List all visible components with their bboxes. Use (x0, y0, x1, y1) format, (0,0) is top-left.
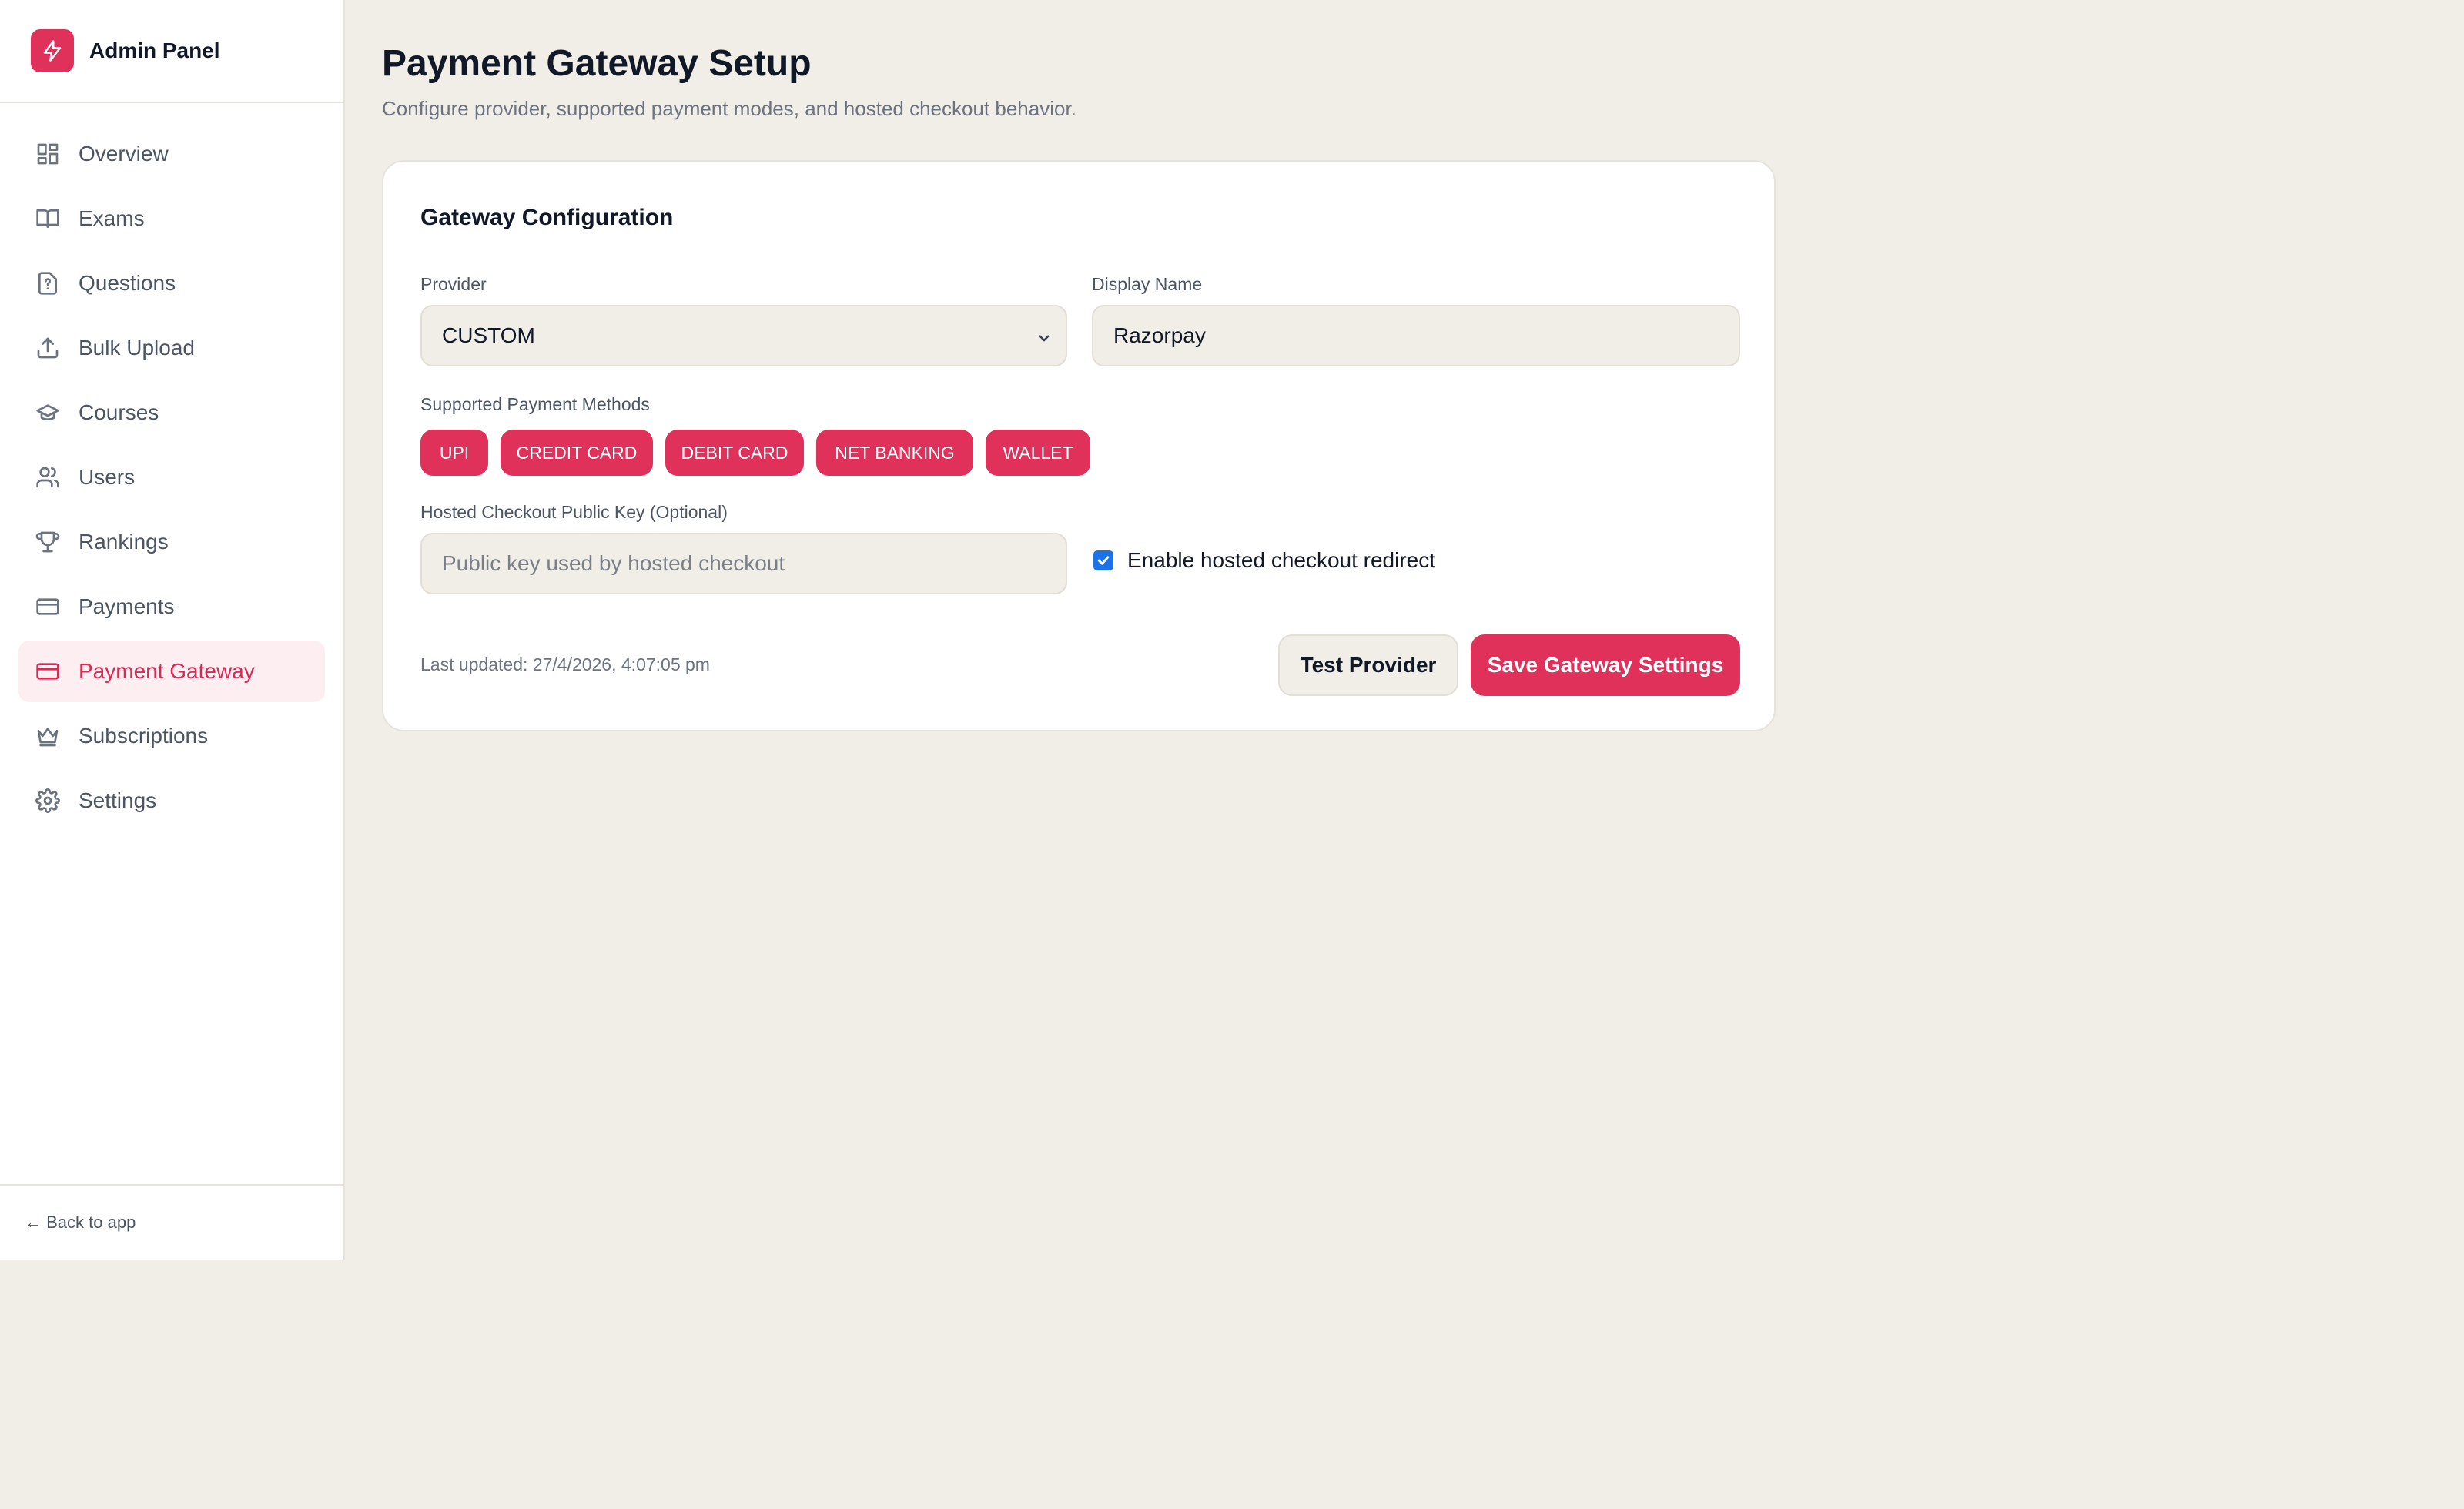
sidebar-item-questions[interactable]: Questions (18, 253, 325, 314)
provider-label: Provider (420, 274, 487, 294)
sidebar-item-label: Rankings (79, 530, 169, 554)
book-icon (35, 206, 60, 231)
public-key-placeholder: Public key used by hosted checkout (442, 551, 785, 575)
payment-method-chip-wallet[interactable]: WALLET (986, 430, 1090, 476)
brand-title: Admin Panel (89, 38, 220, 62)
sidebar-item-label: Exams (79, 206, 145, 230)
gear-icon (35, 788, 60, 813)
page-title: Payment Gateway Setup (382, 43, 812, 84)
payment-method-chip-upi[interactable]: UPI (420, 430, 488, 476)
upload-icon (35, 336, 60, 360)
checkmark-icon (1097, 556, 1110, 565)
bolt-icon (31, 29, 74, 72)
payment-method-chip-credit-card[interactable]: CREDIT CARD (500, 430, 653, 476)
save-gateway-settings-button[interactable]: Save Gateway Settings (1471, 634, 1740, 696)
sidebar-item-users[interactable]: Users (18, 447, 325, 508)
last-updated-text: Last updated: 27/4/2026, 4:07:05 pm (420, 654, 710, 674)
public-key-label: Hosted Checkout Public Key (Optional) (420, 502, 728, 522)
sidebar-item-settings[interactable]: Settings (18, 770, 325, 831)
payment-methods-label: Supported Payment Methods (420, 394, 650, 414)
sidebar-item-label: Questions (79, 271, 176, 295)
back-to-app-link[interactable]: ← Back to app (0, 1184, 343, 1260)
hosted-redirect-checkbox[interactable] (1093, 550, 1113, 570)
sidebar-item-label: Payments (79, 594, 175, 618)
page-subtitle: Configure provider, supported payment mo… (382, 97, 1076, 120)
sidebar-item-label: Payment Gateway (79, 659, 255, 683)
sidebar-item-label: Bulk Upload (79, 336, 195, 360)
sidebar-item-overview[interactable]: Overview (18, 123, 325, 185)
sidebar-item-label: Overview (79, 142, 169, 166)
sidebar-item-payments[interactable]: Payments (18, 576, 325, 637)
sidebar-item-rankings[interactable]: Rankings (18, 511, 325, 573)
provider-select[interactable]: CUSTOM (420, 305, 1067, 366)
main-content: Payment Gateway Setup Configure provider… (382, 38, 2430, 731)
file-question-icon (35, 271, 60, 296)
display-name-input[interactable]: Razorpay (1092, 305, 1740, 366)
sidebar-item-label: Subscriptions (79, 724, 209, 748)
sidebar-item-bulk-upload[interactable]: Bulk Upload (18, 317, 325, 379)
payment-method-chip-debit-card[interactable]: DEBIT CARD (665, 430, 804, 476)
display-name-label: Display Name (1092, 274, 1203, 294)
sidebar-nav: Overview Exams Questions Bulk Upload Cou… (0, 103, 343, 831)
sidebar-item-courses[interactable]: Courses (18, 382, 325, 443)
grid-icon (35, 142, 60, 166)
display-name-value: Razorpay (1113, 323, 1206, 347)
sidebar-item-label: Users (79, 465, 136, 489)
test-provider-button[interactable]: Test Provider (1278, 634, 1458, 696)
public-key-input[interactable]: Public key used by hosted checkout (420, 533, 1067, 594)
app-root: Admin Panel Overview Exams Questions Bul… (0, 0, 2464, 1509)
payment-method-chip-net-banking[interactable]: NET BANKING (816, 430, 973, 476)
sidebar: Admin Panel Overview Exams Questions Bul… (0, 0, 345, 1260)
graduation-cap-icon (35, 400, 60, 425)
card-title: Gateway Configuration (420, 205, 674, 230)
hosted-redirect-label: Enable hosted checkout redirect (1127, 548, 1436, 572)
provider-value: CUSTOM (442, 323, 535, 347)
chevron-down-icon (1035, 328, 1053, 353)
gateway-config-card: Gateway Configuration Provider CUSTOM Di… (382, 160, 1776, 731)
hosted-redirect-toggle[interactable]: Enable hosted checkout redirect (1093, 548, 1435, 573)
sidebar-item-subscriptions[interactable]: Subscriptions (18, 705, 325, 767)
sidebar-item-payment-gateway[interactable]: Payment Gateway (18, 641, 325, 702)
credit-card-icon (35, 594, 60, 619)
crown-icon (35, 724, 60, 748)
credit-card-icon (35, 659, 60, 684)
users-icon (35, 465, 60, 490)
sidebar-item-label: Settings (79, 788, 157, 812)
sidebar-item-label: Courses (79, 400, 159, 424)
sidebar-item-exams[interactable]: Exams (18, 188, 325, 249)
brand: Admin Panel (0, 0, 343, 103)
trophy-icon (35, 530, 60, 554)
